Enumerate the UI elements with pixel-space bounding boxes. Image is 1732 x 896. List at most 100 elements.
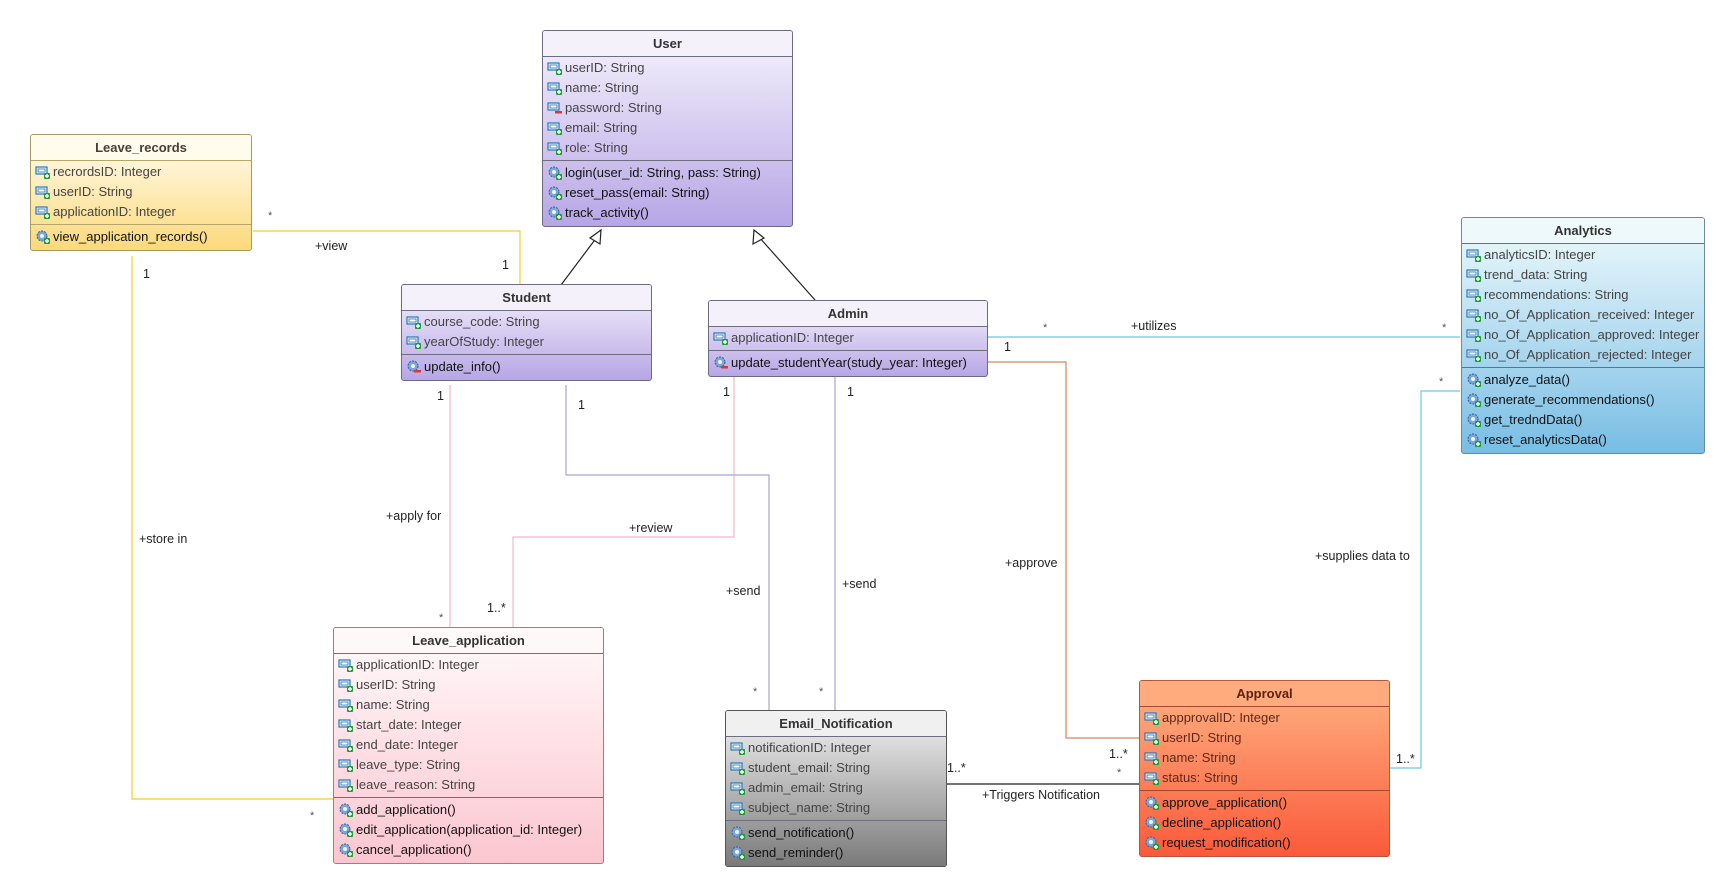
attribute-row[interactable]: analyticsID: Integer — [1462, 245, 1704, 265]
attribute-row[interactable]: no_Of_Application_approved: Integer — [1462, 325, 1704, 345]
class-user[interactable]: User userID: String name: String password: … — [542, 30, 793, 227]
association-approve[interactable] — [987, 361, 1139, 739]
class-student[interactable]: Student course_code: String yearOfStudy: I… — [401, 284, 652, 381]
class-admin[interactable]: Admin applicationID: Integer update_studen… — [708, 300, 988, 377]
attribute-row[interactable]: role: String — [543, 138, 792, 158]
public-attribute-icon — [547, 60, 563, 76]
attribute-text: notificationID: Integer — [748, 740, 871, 755]
operation-row[interactable]: reset_analyticsData() — [1462, 430, 1704, 450]
attribute-row[interactable]: userID: String — [334, 675, 603, 695]
attribute-row[interactable]: course_code: String — [402, 312, 651, 332]
public-operation-gear-icon — [35, 229, 51, 245]
attribute-text: trend_data: String — [1484, 267, 1588, 282]
attribute-row[interactable]: name: String — [543, 78, 792, 98]
attribute-row[interactable]: password: String — [543, 98, 792, 118]
class-name: Leave_application — [334, 628, 603, 654]
attribute-text: no_Of_Application_approved: Integer — [1484, 327, 1700, 342]
operation-row[interactable]: analyze_data() — [1462, 370, 1704, 390]
attribute-row[interactable]: applicationID: Integer — [709, 328, 987, 348]
operation-row[interactable]: view_application_records() — [31, 227, 251, 247]
attribute-row[interactable]: student_email: String — [726, 758, 946, 778]
operation-row[interactable]: approve_application() — [1140, 793, 1389, 813]
attribute-row[interactable]: userID: String — [543, 58, 792, 78]
attribute-row[interactable]: trend_data: String — [1462, 265, 1704, 285]
attribute-row[interactable]: start_date: Integer — [334, 715, 603, 735]
operation-row[interactable]: send_reminder() — [726, 843, 946, 863]
label-view: +view — [315, 239, 348, 253]
public-attribute-icon — [1466, 247, 1482, 263]
class-leave-records[interactable]: Leave_records recrordsID: Integer userID: … — [30, 134, 252, 251]
attribute-row[interactable]: status: String — [1140, 768, 1389, 788]
class-analytics[interactable]: Analytics analyticsID: Integer trend_data:… — [1461, 217, 1705, 454]
operation-row[interactable]: send_notification() — [726, 823, 946, 843]
attribute-text: name: String — [356, 697, 430, 712]
attribute-row[interactable]: appprovalID: Integer — [1140, 708, 1389, 728]
generalization-student-user[interactable] — [560, 228, 602, 286]
operation-row[interactable]: update_info() — [402, 357, 651, 377]
attributes-compartment: notificationID: Integer student_email: St… — [726, 737, 946, 821]
operation-row[interactable]: track_activity() — [543, 203, 792, 223]
attribute-row[interactable]: email: String — [543, 118, 792, 138]
operation-row[interactable]: update_studentYear(study_year: Integer) — [709, 353, 987, 373]
attribute-row[interactable]: yearOfStudy: Integer — [402, 332, 651, 352]
attribute-row[interactable]: notificationID: Integer — [726, 738, 946, 758]
operation-row[interactable]: get_tredndData() — [1462, 410, 1704, 430]
attribute-row[interactable]: leave_reason: String — [334, 775, 603, 795]
public-attribute-icon — [547, 120, 563, 136]
association-supplies[interactable] — [1389, 390, 1460, 769]
operations-compartment: analyze_data() generate_recommendations()… — [1462, 368, 1704, 453]
attribute-text: analyticsID: Integer — [1484, 247, 1596, 262]
public-attribute-icon — [1144, 770, 1160, 786]
operation-text: cancel_application() — [356, 842, 472, 857]
operation-row[interactable]: cancel_application() — [334, 840, 603, 860]
public-attribute-icon — [1466, 267, 1482, 283]
class-name: Analytics — [1462, 218, 1704, 244]
attribute-row[interactable]: no_Of_Application_received: Integer — [1462, 305, 1704, 325]
public-attribute-icon — [35, 164, 51, 180]
operation-row[interactable]: login(user_id: String, pass: String) — [543, 163, 792, 183]
attribute-text: applicationID: Integer — [53, 204, 176, 219]
association-view[interactable] — [253, 230, 521, 285]
attribute-row[interactable]: name: String — [1140, 748, 1389, 768]
label-store-in: +store in — [139, 532, 188, 546]
association-review[interactable] — [512, 373, 735, 627]
class-email-notification[interactable]: Email_Notification notificationID: Intege… — [725, 710, 947, 867]
operation-text: approve_application() — [1162, 795, 1288, 810]
attribute-row[interactable]: userID: String — [1140, 728, 1389, 748]
attribute-row[interactable]: leave_type: String — [334, 755, 603, 775]
operation-row[interactable]: add_application() — [334, 800, 603, 820]
operation-row[interactable]: request_modification() — [1140, 833, 1389, 853]
public-attribute-icon — [35, 184, 51, 200]
operation-row[interactable]: edit_application(application_id: Integer… — [334, 820, 603, 840]
attribute-row[interactable]: admin_email: String — [726, 778, 946, 798]
attribute-text: subject_name: String — [748, 800, 871, 815]
attribute-row[interactable]: applicationID: Integer — [31, 202, 251, 222]
operation-text: generate_recommendations() — [1484, 392, 1655, 407]
class-name: Approval — [1140, 681, 1389, 707]
attribute-row[interactable]: subject_name: String — [726, 798, 946, 818]
attribute-row[interactable]: applicationID: Integer — [334, 655, 603, 675]
attribute-row[interactable]: name: String — [334, 695, 603, 715]
attribute-row[interactable]: end_date: Integer — [334, 735, 603, 755]
association-store-in[interactable] — [131, 256, 333, 800]
generalization-admin-user[interactable] — [752, 228, 816, 301]
attribute-row[interactable]: recrordsID: Integer — [31, 162, 251, 182]
multiplicity-review-admin: 1 — [723, 385, 730, 399]
operation-text: view_application_records() — [53, 229, 208, 244]
operation-row[interactable]: generate_recommendations() — [1462, 390, 1704, 410]
label-send-admin: +send — [842, 577, 877, 591]
attributes-compartment: recrordsID: Integer userID: String applica… — [31, 161, 251, 225]
multiplicity-supplies-approval: 1..* — [1396, 752, 1415, 766]
class-approval[interactable]: Approval appprovalID: Integer userID: Stri… — [1139, 680, 1390, 857]
attribute-row[interactable]: userID: String — [31, 182, 251, 202]
class-leave-application[interactable]: Leave_application applicationID: Integer u… — [333, 627, 604, 864]
multiplicity-send-admin: 1 — [847, 385, 854, 399]
attribute-row[interactable]: recommendations: String — [1462, 285, 1704, 305]
public-operation-gear-icon — [1466, 392, 1482, 408]
attribute-row[interactable]: no_Of_Application_rejected: Integer — [1462, 345, 1704, 365]
attributes-compartment: course_code: String yearOfStudy: Integer — [402, 311, 651, 355]
operation-row[interactable]: reset_pass(email: String) — [543, 183, 792, 203]
operation-row[interactable]: decline_application() — [1140, 813, 1389, 833]
attribute-text: password: String — [565, 100, 662, 115]
operation-text: login(user_id: String, pass: String) — [565, 165, 761, 180]
